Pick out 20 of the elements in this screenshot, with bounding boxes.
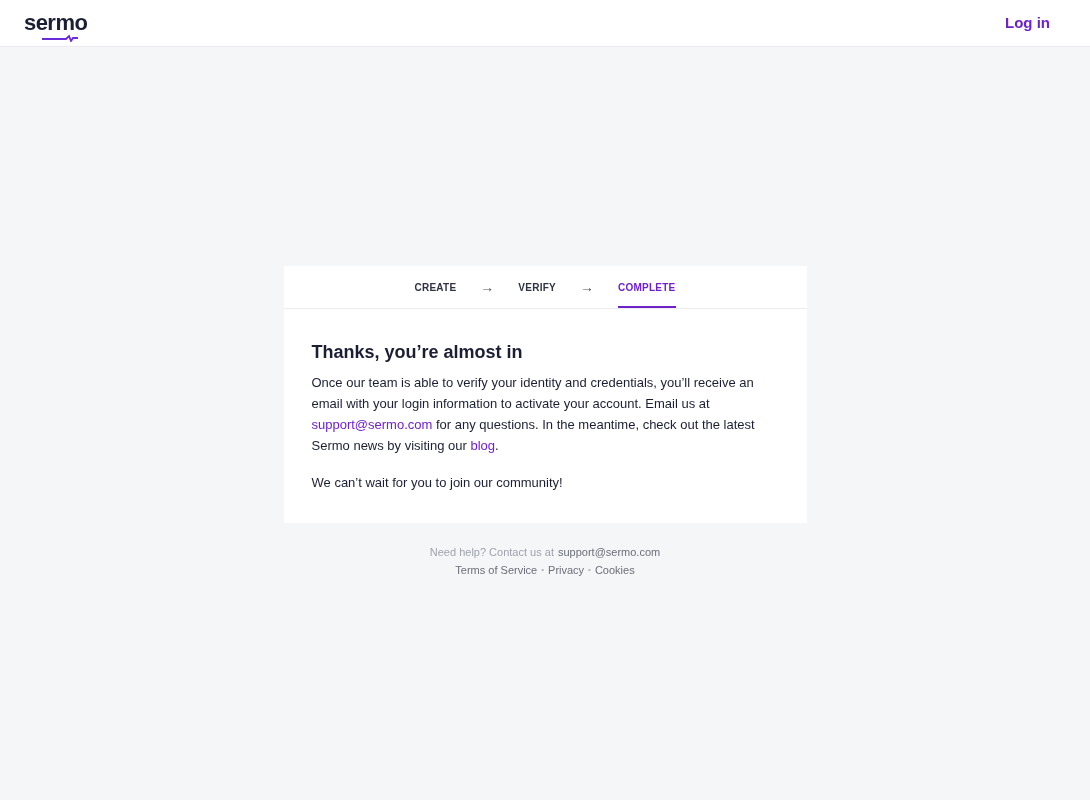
footer-link[interactable]: Privacy (548, 561, 585, 579)
step-label: CREATE (414, 280, 457, 295)
help-text: Need help? Contact us at (429, 545, 554, 560)
email-link[interactable]: support@sermo.com (557, 543, 661, 561)
footer-link[interactable]: Cookies (594, 561, 635, 579)
footer-link[interactable]: Terms of Service (455, 561, 538, 579)
paragraph: Once our team is able to verify your identity and credentials, you’ll receive an email with your login information to activate your account. Email us at support@sermo.com for any questions. In the meantime, check out the latest Sermo news by visiting our blog. (311, 374, 756, 455)
separator: • (588, 564, 591, 576)
step-label: VERIFY (518, 280, 556, 295)
logo[interactable]: sermo (24, 12, 88, 34)
card-title: Thanks, you’re almost in (311, 341, 524, 364)
separator: • (541, 564, 545, 576)
swoosh-icon (42, 34, 78, 42)
arrow-icon: → (579, 276, 594, 298)
link[interactable]: blog (470, 438, 496, 453)
step-label: COMPLETE (617, 266, 676, 308)
login-link[interactable]: Log in (1005, 11, 1050, 35)
arrow-icon: → (480, 276, 495, 298)
link[interactable]: support@sermo.com (311, 417, 433, 432)
paragraph: We can’t wait for you to join our community! (311, 474, 564, 492)
